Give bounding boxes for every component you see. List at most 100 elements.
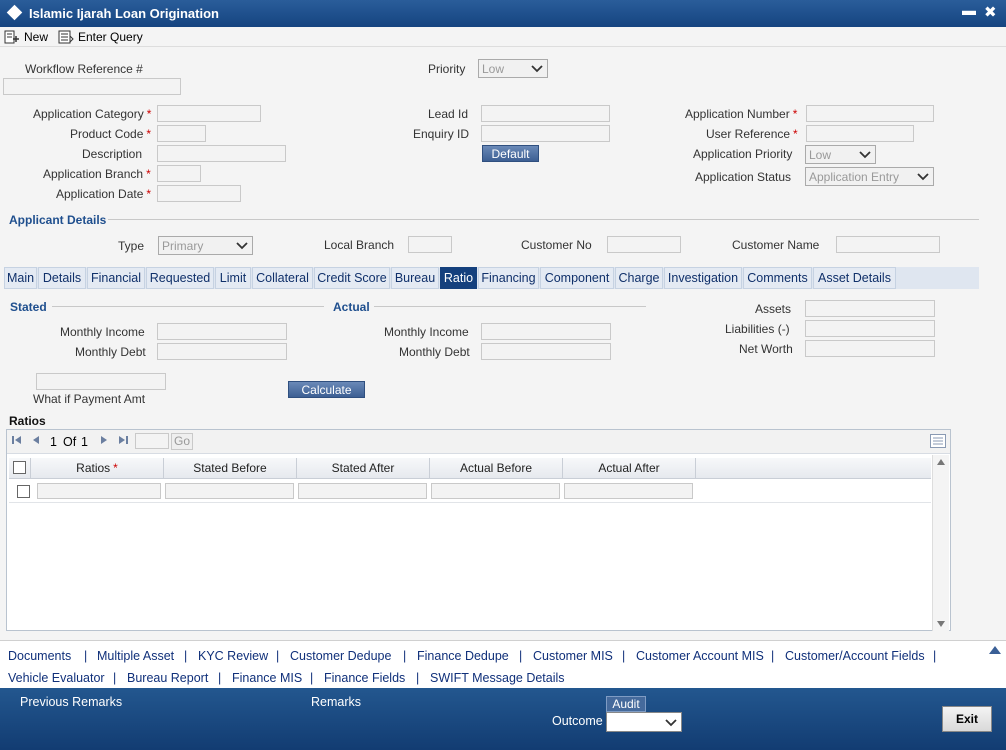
link-vehicle-evaluator[interactable]: Vehicle Evaluator — [8, 671, 105, 685]
chevron-down-icon — [859, 151, 871, 159]
column-actual-after[interactable]: Actual After — [563, 458, 696, 479]
tab-bureau[interactable]: Bureau — [391, 267, 439, 289]
row-checkbox[interactable] — [17, 485, 30, 498]
collapse-up-icon[interactable] — [989, 645, 1001, 655]
liabilities-input[interactable] — [805, 320, 935, 337]
application-status-select[interactable]: Application Entry — [805, 167, 934, 186]
last-page-icon[interactable] — [118, 435, 128, 445]
user-reference-input[interactable] — [806, 125, 914, 142]
application-priority-label: Application Priority — [693, 147, 793, 161]
application-date-label: Application Date * — [56, 187, 151, 201]
minimize-icon[interactable]: ▬ — [962, 2, 976, 18]
local-branch-input[interactable] — [408, 236, 452, 253]
new-button[interactable]: New — [4, 28, 48, 46]
link-finance-fields[interactable]: Finance Fields — [324, 671, 405, 685]
first-page-icon[interactable] — [12, 435, 22, 445]
description-input[interactable] — [157, 145, 286, 162]
application-date-input[interactable] — [157, 185, 241, 202]
tab-investigation[interactable]: Investigation — [664, 267, 742, 289]
tab-collateral[interactable]: Collateral — [252, 267, 313, 289]
required-mark: * — [113, 461, 118, 475]
tab-financial[interactable]: Financial — [87, 267, 145, 289]
column-ratios[interactable]: Ratios * — [31, 458, 164, 479]
scroll-up-icon[interactable] — [937, 459, 945, 465]
go-button[interactable]: Go — [171, 433, 193, 450]
grid-scrollbar[interactable] — [932, 455, 949, 631]
page-number-input[interactable] — [135, 433, 169, 449]
application-category-label: Application Category * — [33, 107, 151, 121]
new-icon — [4, 30, 19, 44]
workflow-reference-input[interactable] — [3, 78, 181, 95]
next-page-icon[interactable] — [100, 435, 108, 445]
link-kyc-review[interactable]: KYC Review — [198, 649, 268, 663]
application-category-input[interactable] — [157, 105, 261, 122]
stated-monthly-income-label: Monthly Income — [60, 325, 145, 339]
enter-query-label: Enter Query — [78, 30, 143, 44]
application-branch-input[interactable] — [157, 165, 201, 182]
link-swift-message-details[interactable]: SWIFT Message Details — [430, 671, 565, 685]
close-icon[interactable]: ✖ — [984, 3, 997, 21]
column-stated-before[interactable]: Stated Before — [164, 458, 297, 479]
stated-monthly-income-input[interactable] — [157, 323, 287, 340]
link-customer-dedupe[interactable]: Customer Dedupe — [290, 649, 391, 663]
tab-details[interactable]: Details — [38, 267, 86, 289]
tab-component[interactable]: Component — [540, 267, 614, 289]
application-branch-label: Application Branch * — [43, 167, 151, 181]
link-finance-mis[interactable]: Finance MIS — [232, 671, 302, 685]
enter-query-button[interactable]: Enter Query — [58, 28, 143, 46]
tab-main[interactable]: Main — [4, 267, 37, 289]
column-stated-after[interactable]: Stated After — [297, 458, 430, 479]
product-code-input[interactable] — [157, 125, 206, 142]
tab-ratio[interactable]: Ratio — [440, 267, 477, 289]
link-documents[interactable]: Documents — [8, 649, 71, 663]
link-bureau-report[interactable]: Bureau Report — [127, 671, 208, 685]
select-all-checkbox[interactable] — [13, 461, 26, 474]
link-finance-dedupe[interactable]: Finance Dedupe — [417, 649, 509, 663]
stated-before-cell-input[interactable] — [165, 483, 294, 499]
link-customer-account-mis[interactable]: Customer Account MIS — [636, 649, 764, 663]
remarks-label[interactable]: Remarks — [311, 695, 361, 709]
net-worth-input[interactable] — [805, 340, 935, 357]
link-customer-mis[interactable]: Customer MIS — [533, 649, 613, 663]
tab-credit-score[interactable]: Credit Score — [314, 267, 390, 289]
actual-monthly-income-input[interactable] — [481, 323, 611, 340]
grid-settings-icon[interactable] — [930, 434, 946, 448]
exit-button[interactable]: Exit — [942, 706, 992, 732]
application-priority-select[interactable]: Low — [805, 145, 876, 164]
tab-comments[interactable]: Comments — [743, 267, 812, 289]
tab-charge[interactable]: Charge — [615, 267, 663, 289]
tab-limit[interactable]: Limit — [215, 267, 251, 289]
stated-monthly-debt-input[interactable] — [157, 343, 287, 360]
actual-after-cell-input[interactable] — [564, 483, 693, 499]
calculate-button[interactable]: Calculate — [288, 381, 365, 398]
tab-requested[interactable]: Requested — [146, 267, 214, 289]
chevron-down-icon — [236, 242, 248, 250]
link-multiple-asset[interactable]: Multiple Asset — [97, 649, 174, 663]
ratio-cell-input[interactable] — [37, 483, 161, 499]
tab-financing[interactable]: Financing — [478, 267, 539, 289]
assets-input[interactable] — [805, 300, 935, 317]
lead-id-input[interactable] — [481, 105, 610, 122]
outcome-select[interactable] — [606, 712, 682, 732]
column-ratios-label: Ratios — [76, 461, 111, 475]
column-actual-before[interactable]: Actual Before — [430, 458, 563, 479]
enquiry-id-input[interactable] — [481, 125, 610, 142]
type-select[interactable]: Primary — [158, 236, 253, 255]
default-button[interactable]: Default — [482, 145, 539, 162]
priority-select[interactable]: Low — [478, 59, 548, 78]
customer-name-input[interactable] — [836, 236, 940, 253]
actual-monthly-debt-input[interactable] — [481, 343, 611, 360]
what-if-payment-input[interactable] — [36, 373, 166, 390]
stated-after-cell-input[interactable] — [298, 483, 427, 499]
audit-button[interactable]: Audit — [606, 696, 646, 712]
previous-page-icon[interactable] — [32, 435, 40, 445]
previous-remarks-label[interactable]: Previous Remarks — [20, 695, 122, 709]
table-row — [9, 480, 931, 503]
actual-before-cell-input[interactable] — [431, 483, 560, 499]
actual-divider — [374, 306, 646, 307]
customer-no-input[interactable] — [607, 236, 681, 253]
scroll-down-icon[interactable] — [937, 621, 945, 627]
link-customer-account-fields[interactable]: Customer/Account Fields — [785, 649, 925, 663]
application-number-input[interactable] — [806, 105, 934, 122]
tab-asset-details[interactable]: Asset Details — [813, 267, 896, 289]
